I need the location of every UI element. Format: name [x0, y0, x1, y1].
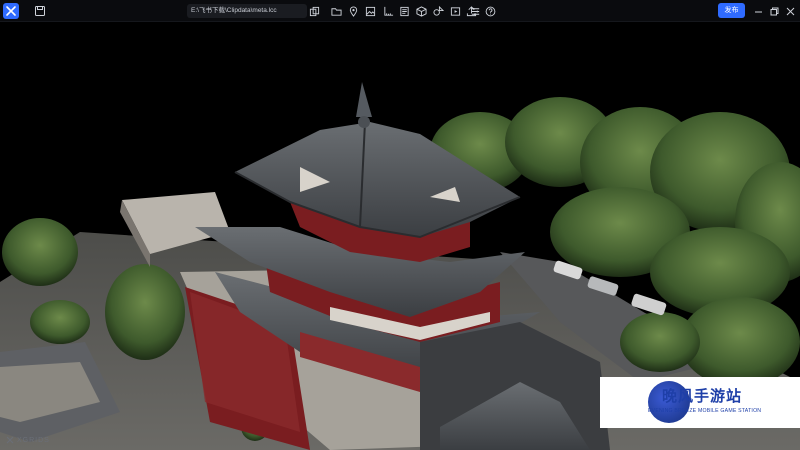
save-icon[interactable] [34, 4, 48, 18]
site-title: 晚风手游站 [662, 387, 743, 405]
measure-icon[interactable] [382, 4, 395, 18]
site-subtitle: EVENING BREEZE MOBILE GAME STATION [648, 408, 762, 414]
brand-text: XGRIDS [17, 436, 50, 444]
folder-icon[interactable] [330, 4, 343, 18]
brand-mark-icon [6, 436, 14, 444]
minimize-icon[interactable] [752, 4, 764, 18]
copy-icon[interactable] [308, 4, 321, 18]
close-icon[interactable] [784, 4, 796, 18]
brand-watermark: XGRIDS [6, 436, 50, 444]
file-path-field[interactable]: E:\飞书下载\Clipdata\meta.lcc [187, 4, 307, 18]
help-icon[interactable] [484, 4, 497, 18]
top-toolbar: E:\飞书下载\Clipdata\meta.lcc 发布 [0, 0, 800, 22]
image-icon[interactable] [364, 4, 377, 18]
site-watermark-badge: 晚风手游站 EVENING BREEZE MOBILE GAME STATION [600, 377, 800, 428]
publish-button[interactable]: 发布 [718, 3, 745, 18]
shapes-icon[interactable] [432, 4, 445, 18]
restore-icon[interactable] [768, 4, 780, 18]
app-logo-icon[interactable] [3, 3, 19, 19]
video-icon[interactable] [449, 4, 462, 18]
location-pin-icon[interactable] [347, 4, 360, 18]
cube-icon[interactable] [415, 4, 428, 18]
document-icon[interactable] [398, 4, 411, 18]
sliders-icon[interactable] [469, 4, 482, 18]
